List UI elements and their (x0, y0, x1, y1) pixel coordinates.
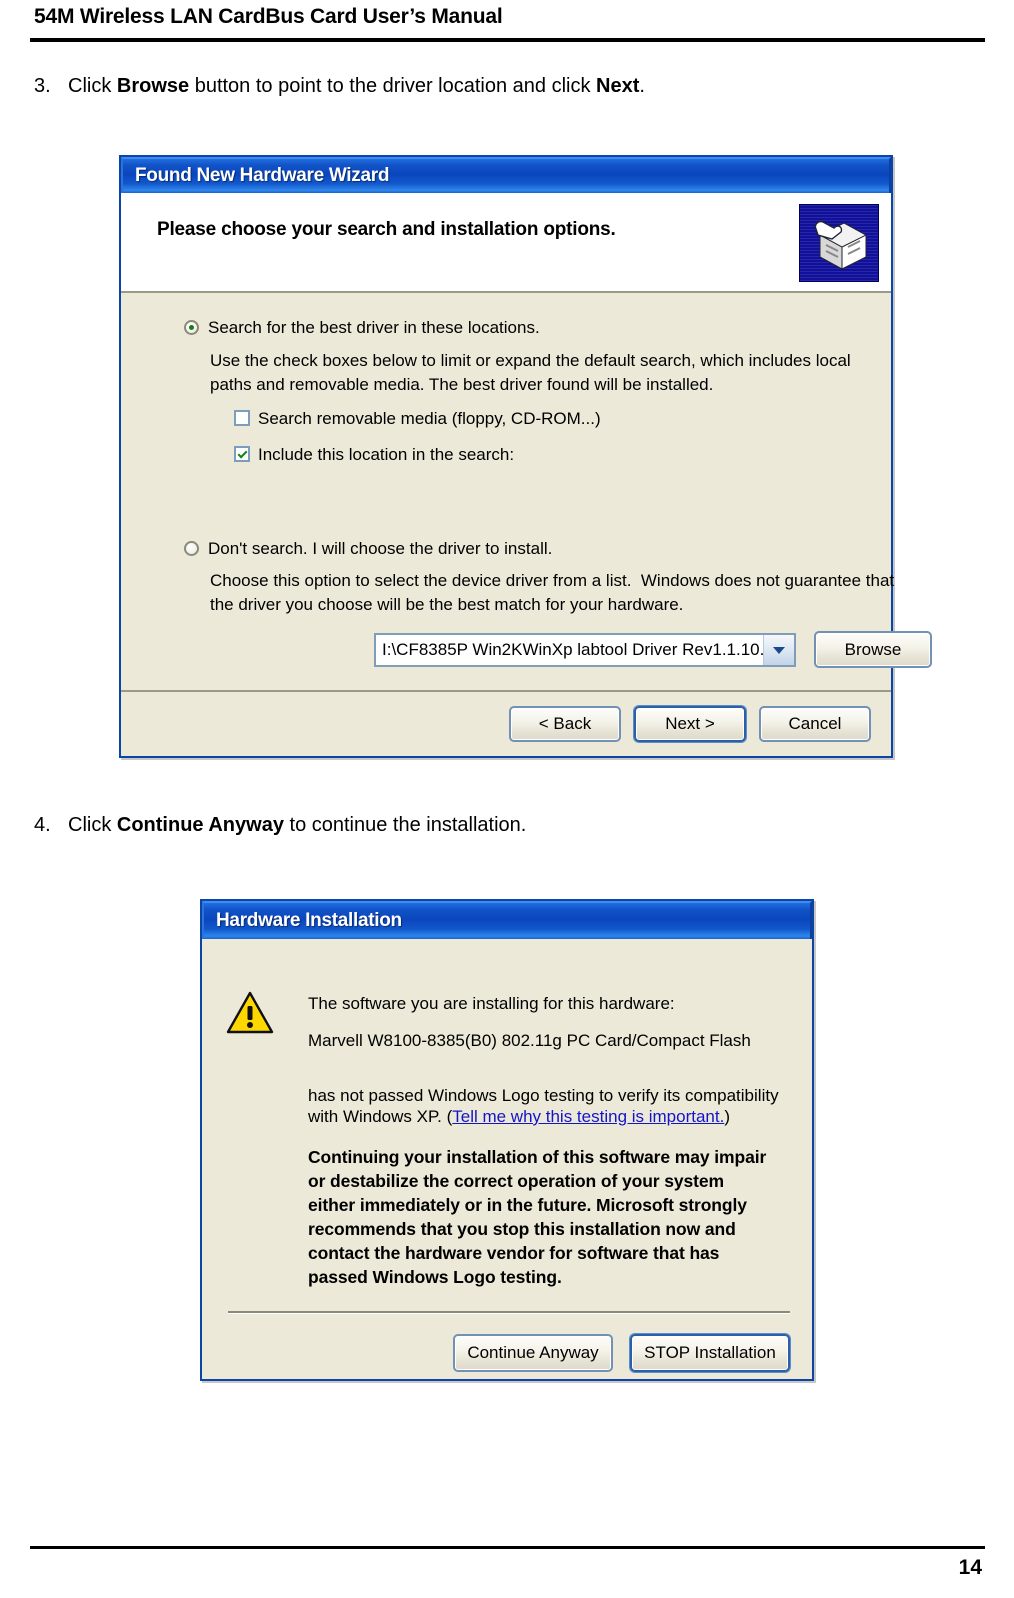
hardware-install-title-text: Hardware Installation (216, 910, 402, 931)
stop-installation-button[interactable]: STOP Installation (630, 1334, 790, 1372)
back-button[interactable]: < Back (509, 706, 621, 742)
radio-dont-search-label: Don't search. I will choose the driver t… (208, 539, 553, 558)
compat-line2-before: with Windows XP. ( (308, 1107, 453, 1126)
hardware-install-compat-line1: has not passed Windows Logo testing to v… (308, 1086, 779, 1105)
checkbox-removable-label: Search removable media (floppy, CD-ROM..… (258, 409, 601, 428)
step-3-text-before: Click (68, 75, 117, 97)
location-combobox[interactable]: I:\CF8385P Win2KWinXp labtool Driver Rev… (374, 633, 796, 667)
found-new-hardware-wizard-dialog: Found New Hardware Wizard Please choose … (119, 155, 932, 758)
step-4-instruction: 4. Click Continue Anyway to continue the … (34, 812, 526, 838)
location-combobox-value: I:\CF8385P Win2KWinXp labtool Driver Rev… (382, 640, 763, 659)
wizard-footer: < Back Next > Cancel (121, 690, 891, 756)
hardware-install-device-name: Marvell W8100-8385(B0) 802.11g PC Card/C… (308, 1031, 751, 1050)
page-number: 14 (958, 1556, 982, 1579)
chevron-down-icon[interactable] (763, 635, 794, 665)
step-4-text-before: Click (68, 814, 117, 836)
hardware-install-compat-line2: with Windows XP. (Tell me why this testi… (308, 1107, 730, 1127)
dont-search-option-description: Choose this option to select the device … (210, 571, 895, 614)
radio-search-best-driver[interactable]: Search for the best driver in these loca… (184, 317, 540, 338)
browse-button[interactable]: Browse (814, 631, 932, 668)
warning-triangle-icon (226, 991, 274, 1035)
radio-search-label: Search for the best driver in these loca… (208, 318, 540, 337)
hardware-install-warning-text: Continuing your installation of this sof… (308, 1147, 767, 1287)
tell-me-why-link[interactable]: Tell me why this testing is important. (452, 1107, 724, 1126)
wizard-titlebar: Found New Hardware Wizard (121, 157, 891, 193)
step-3-text-after: . (639, 75, 645, 97)
compat-line2-after: ) (724, 1107, 731, 1126)
wizard-title-text: Found New Hardware Wizard (135, 165, 390, 186)
checkbox-indicator-include-location (234, 446, 250, 462)
step-4-text-middle: to continue the installation. (283, 814, 527, 836)
checkbox-include-location-label: Include this location in the search: (258, 445, 515, 464)
hardware-installation-dialog: Hardware Installation The software you a… (200, 899, 814, 1381)
wizard-header-panel: Please choose your search and installati… (121, 193, 891, 293)
continue-anyway-button[interactable]: Continue Anyway (453, 1334, 613, 1372)
wizard-footer-buttons: < Back Next > Cancel (509, 706, 871, 742)
step-3-number: 3. (34, 75, 51, 97)
next-button[interactable]: Next > (634, 706, 746, 742)
step-3-bold-next: Next (596, 75, 640, 97)
header-divider (30, 38, 985, 42)
wizard-body: Search for the best driver in these loca… (121, 295, 932, 690)
cancel-button[interactable]: Cancel (759, 706, 871, 742)
step-3-bold-browse: Browse (116, 75, 190, 97)
checkbox-search-removable-media[interactable]: Search removable media (floppy, CD-ROM..… (234, 408, 601, 429)
footer-divider (30, 1546, 985, 1549)
hardware-install-body: The software you are installing for this… (202, 939, 812, 1379)
step-3-text-middle: button to point to the driver location a… (189, 75, 597, 97)
step-4-bold-continue-anyway: Continue Anyway (116, 814, 284, 836)
hardware-install-line1: The software you are installing for this… (308, 994, 675, 1013)
wizard-heading: Please choose your search and installati… (157, 219, 616, 240)
hardware-install-divider (228, 1311, 790, 1314)
hardware-install-buttons: Continue Anyway STOP Installation (453, 1334, 790, 1372)
checkbox-include-this-location[interactable]: Include this location in the search: (234, 444, 514, 465)
radio-indicator-search (184, 320, 199, 335)
step-3-instruction: 3. Click Browse button to point to the dr… (34, 73, 645, 99)
hardware-wizard-icon (799, 204, 879, 282)
radio-indicator-dont-search (184, 541, 199, 556)
step-4-number: 4. (34, 814, 51, 836)
location-combo-row: I:\CF8385P Win2KWinXp labtool Driver Rev… (374, 633, 796, 667)
checkbox-indicator-removable (234, 410, 250, 426)
search-option-description: Use the check boxes below to limit or ex… (210, 351, 851, 394)
hardware-install-titlebar: Hardware Installation (202, 901, 812, 939)
page-title: 54M Wireless LAN CardBus Card User’s Man… (34, 5, 503, 28)
radio-dont-search[interactable]: Don't search. I will choose the driver t… (184, 538, 552, 559)
